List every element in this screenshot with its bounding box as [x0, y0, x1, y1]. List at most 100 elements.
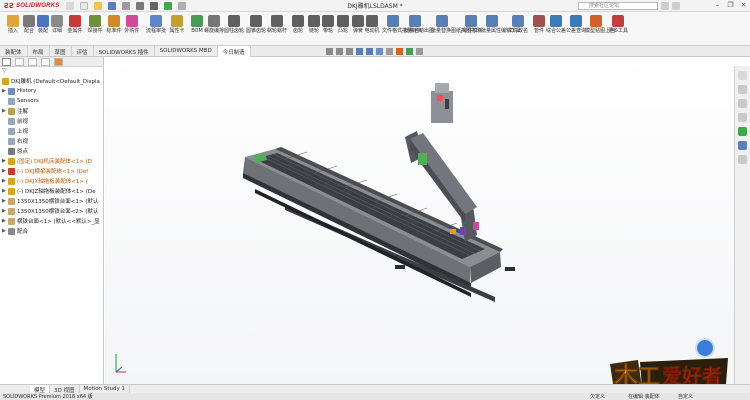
ribbon-button[interactable]: 综合公差	[545, 15, 567, 34]
tree-node[interactable]: ▶ 1350X1350横铁台面<1> (默认	[2, 196, 103, 206]
open-folder-icon[interactable]	[94, 1, 102, 10]
ribbon-button[interactable]: 圆柱齿轮	[223, 15, 245, 34]
model-tab[interactable]: 模型	[30, 385, 51, 394]
subassembly-warning-icon	[8, 177, 15, 185]
feature-tree-tab-icon[interactable]	[2, 58, 11, 66]
tree-node[interactable]: 前视	[2, 116, 103, 126]
command-tab[interactable]: 装配体	[0, 46, 28, 57]
zoom-to-fit-icon[interactable]	[326, 48, 333, 55]
subassembly-warning-icon	[8, 187, 15, 195]
hide-show-icon[interactable]	[386, 48, 393, 55]
help-icon[interactable]	[661, 2, 669, 10]
close-icon[interactable]: ×	[739, 1, 748, 10]
edit-mode: 在编辑 装配体	[628, 394, 660, 400]
apply-scene-icon[interactable]	[406, 48, 413, 55]
property-manager-tab-icon[interactable]	[15, 58, 24, 66]
select-icon[interactable]	[150, 1, 158, 10]
ribbon-button-label: 外购件	[124, 28, 140, 34]
command-tab[interactable]: 布局	[28, 46, 50, 57]
title-bar: ƧƧ SOLIDWORKS DKJ雕机LSLDASM * ⌕ 搜索社区论坛 – …	[0, 0, 750, 12]
solidworks-resources-icon[interactable]	[738, 71, 747, 80]
ribbon-button[interactable]: 蜗轮蜗杆	[266, 15, 288, 34]
ribbon-button[interactable]: 批量替换图纸/零件模板	[431, 15, 483, 34]
command-tab[interactable]: 今日制造	[217, 46, 251, 57]
view-palette-icon[interactable]	[738, 113, 747, 122]
tree-node[interactable]: ▶ History	[2, 86, 103, 96]
options-icon[interactable]	[178, 1, 186, 10]
tree-node-label: (-) DKJ横梁装配体<1> (Def	[17, 169, 89, 175]
tree-node[interactable]: 上视	[2, 126, 103, 136]
rebuild-icon[interactable]	[164, 1, 172, 10]
tree-node[interactable]: 原点	[2, 146, 103, 156]
ribbon-button[interactable]: 文件格式批量转换	[382, 15, 422, 34]
minimize-icon[interactable]: –	[713, 1, 722, 10]
command-tab[interactable]: 草图	[50, 46, 72, 57]
tree-root[interactable]: DKJ雕机 (Default<Default_Displa	[2, 76, 103, 86]
home-icon[interactable]	[66, 1, 74, 10]
ribbon-button[interactable]: 拆图打印	[460, 15, 482, 34]
search-input[interactable]: 搜索社区论坛	[578, 2, 658, 10]
ribbon-button-label: 圆柱齿轮	[223, 28, 244, 34]
tree-node-label: 原点	[17, 149, 29, 155]
tree-node[interactable]: ▶ 1350X1350横铁台面<2> (默认	[2, 206, 103, 216]
ribbon-button[interactable]: 外购件	[121, 15, 143, 34]
tree-node[interactable]: ▶ 横铁台面<1> (默认<<默认>_显	[2, 216, 103, 226]
ribbon-button[interactable]: 金属件	[64, 15, 86, 34]
tree-node[interactable]: 右视	[2, 136, 103, 146]
ribbon-button[interactable]: 螺旋编排	[203, 15, 225, 34]
section-view-icon[interactable]	[356, 48, 363, 55]
edit-appearance-icon[interactable]	[396, 48, 403, 55]
model-tab[interactable]: Motion Study 1	[80, 385, 131, 393]
tree-node-label: 1350X1350横铁台面<2> (默认	[17, 209, 99, 215]
pipe-icon	[533, 15, 545, 27]
view-orientation-icon[interactable]	[366, 48, 373, 55]
dimxpert-tab-icon[interactable]	[41, 58, 50, 66]
ribbon-button[interactable]: 批量自动出图	[404, 15, 434, 34]
ribbon-button[interactable]: 批量属性编辑工具	[481, 15, 521, 34]
tree-node[interactable]: ▶ (固定) DKJ机床装配体<1> (D	[2, 156, 103, 166]
solidworks-logo[interactable]: ƧƧ SOLIDWORKS	[0, 2, 60, 10]
ribbon-button[interactable]: 属性卡	[166, 15, 188, 34]
tree-node[interactable]: ▶ (-) DKJ横梁装配体<1> (Def	[2, 166, 103, 176]
tree-node[interactable]: ▶ 注解	[2, 106, 103, 116]
tree-node-label: 配合	[17, 229, 29, 235]
tree-node[interactable]: ▶ 配合	[2, 226, 103, 236]
forum-icon[interactable]	[738, 155, 747, 164]
filter-icon[interactable]: ▽	[0, 67, 103, 76]
configuration-tab-icon[interactable]	[28, 58, 37, 66]
file-explorer-icon[interactable]	[738, 99, 747, 108]
tree-node-label: 上视	[17, 129, 29, 135]
save-icon[interactable]	[108, 1, 116, 10]
restore-icon[interactable]: ❐	[726, 1, 735, 10]
tree-node[interactable]: ▶ (-) DKJX轴拖板装配体<1> (	[2, 176, 103, 186]
units-selector[interactable]: 自定义	[678, 393, 693, 400]
ribbon-button[interactable]: 电动机	[361, 15, 383, 34]
new-document-icon[interactable]	[80, 1, 88, 10]
user-icon[interactable]	[672, 2, 680, 10]
ribbon-button[interactable]: 流程审批	[145, 15, 167, 34]
reference-triad-icon	[115, 354, 126, 373]
command-tab[interactable]: 评估	[72, 46, 94, 57]
print-icon[interactable]	[122, 1, 130, 10]
display-manager-tab-icon[interactable]	[54, 58, 63, 66]
command-tab[interactable]: SOLIDWORKS 插件	[94, 46, 155, 57]
previous-view-icon[interactable]	[346, 48, 353, 55]
zoom-area-icon[interactable]	[336, 48, 343, 55]
ribbon-button[interactable]: 公差查询	[565, 15, 587, 34]
machine-model[interactable]	[105, 57, 734, 384]
graphics-area[interactable]	[105, 48, 734, 384]
ribbon-button[interactable]: 更多工具	[607, 15, 629, 34]
command-tab[interactable]: SOLIDWORKS MBD	[155, 46, 218, 57]
custom-properties-icon[interactable]	[738, 141, 747, 150]
tree-node[interactable]: Sensors	[2, 96, 103, 106]
design-library-icon[interactable]	[738, 85, 747, 94]
display-style-icon[interactable]	[376, 48, 383, 55]
ribbon-button[interactable]: 圆锥齿轮	[245, 15, 267, 34]
view-settings-icon[interactable]	[416, 48, 423, 55]
undo-icon[interactable]	[136, 1, 144, 10]
ribbon-button[interactable]: 模型贴图上色	[585, 15, 615, 34]
tree-node[interactable]: ▶ (-) DKJZ轴拖板装配体<1> (De	[2, 186, 103, 196]
ribbon-button[interactable]: 文件改名	[507, 15, 529, 34]
model-tab[interactable]: 3D 视图	[50, 385, 80, 394]
appearances-icon[interactable]	[738, 127, 747, 136]
